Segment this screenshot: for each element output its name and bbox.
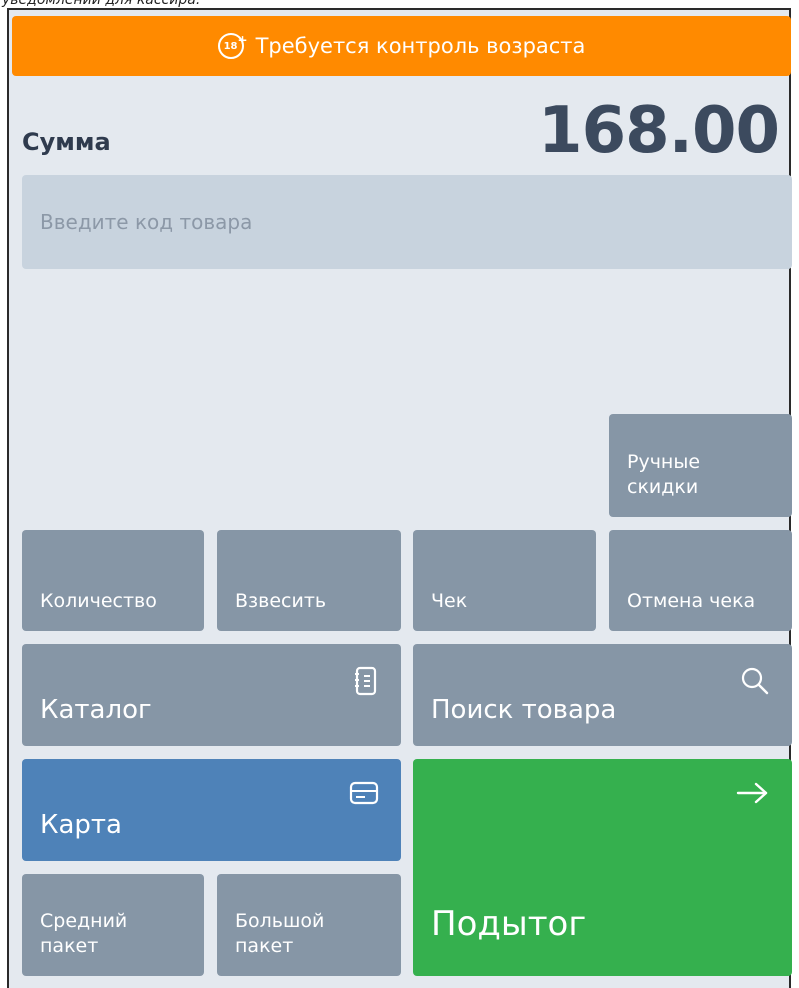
card-icon: [349, 781, 379, 809]
quantity-label: Количество: [40, 590, 157, 613]
medium-bag-button[interactable]: Средний пакет: [22, 874, 204, 976]
product-code-input[interactable]: [22, 175, 792, 269]
catalog-label: Каталог: [40, 694, 152, 725]
manual-discounts-label: Ручные скидки: [627, 450, 701, 499]
cancel-receipt-label: Отмена чека: [627, 590, 756, 613]
large-bag-button[interactable]: Большой пакет: [217, 874, 401, 976]
sum-value: 168.00: [538, 94, 780, 168]
card-label: Карта: [40, 809, 122, 840]
large-bag-label: Большой пакет: [235, 909, 325, 958]
arrow-right-icon: [736, 781, 770, 809]
caption-text: уведомлений для кассира.: [2, 0, 201, 8]
age-control-text: Требуется контроль возраста: [255, 34, 586, 58]
quantity-button[interactable]: Количество: [22, 530, 204, 631]
catalog-icon: [353, 666, 379, 700]
weigh-label: Взвесить: [235, 590, 327, 613]
sum-label: Сумма: [22, 128, 111, 156]
age-control-banner: 18 + Требуется контроль возраста: [12, 16, 791, 76]
cancel-receipt-button[interactable]: Отмена чека: [609, 530, 792, 631]
receipt-button[interactable]: Чек: [413, 530, 596, 631]
weigh-button[interactable]: Взвесить: [217, 530, 401, 631]
card-button[interactable]: Карта: [22, 759, 401, 861]
catalog-button[interactable]: Каталог: [22, 644, 401, 746]
manual-discounts-button[interactable]: Ручные скидки: [609, 414, 792, 517]
product-search-label: Поиск товара: [431, 694, 617, 725]
receipt-label: Чек: [431, 590, 468, 613]
product-search-button[interactable]: Поиск товара: [413, 644, 792, 746]
subtotal-label: Подытог: [431, 904, 587, 945]
subtotal-button[interactable]: Подытог: [413, 759, 792, 976]
age-18-icon: 18 +: [217, 33, 248, 59]
medium-bag-label: Средний пакет: [40, 909, 128, 958]
search-icon: [740, 666, 770, 700]
